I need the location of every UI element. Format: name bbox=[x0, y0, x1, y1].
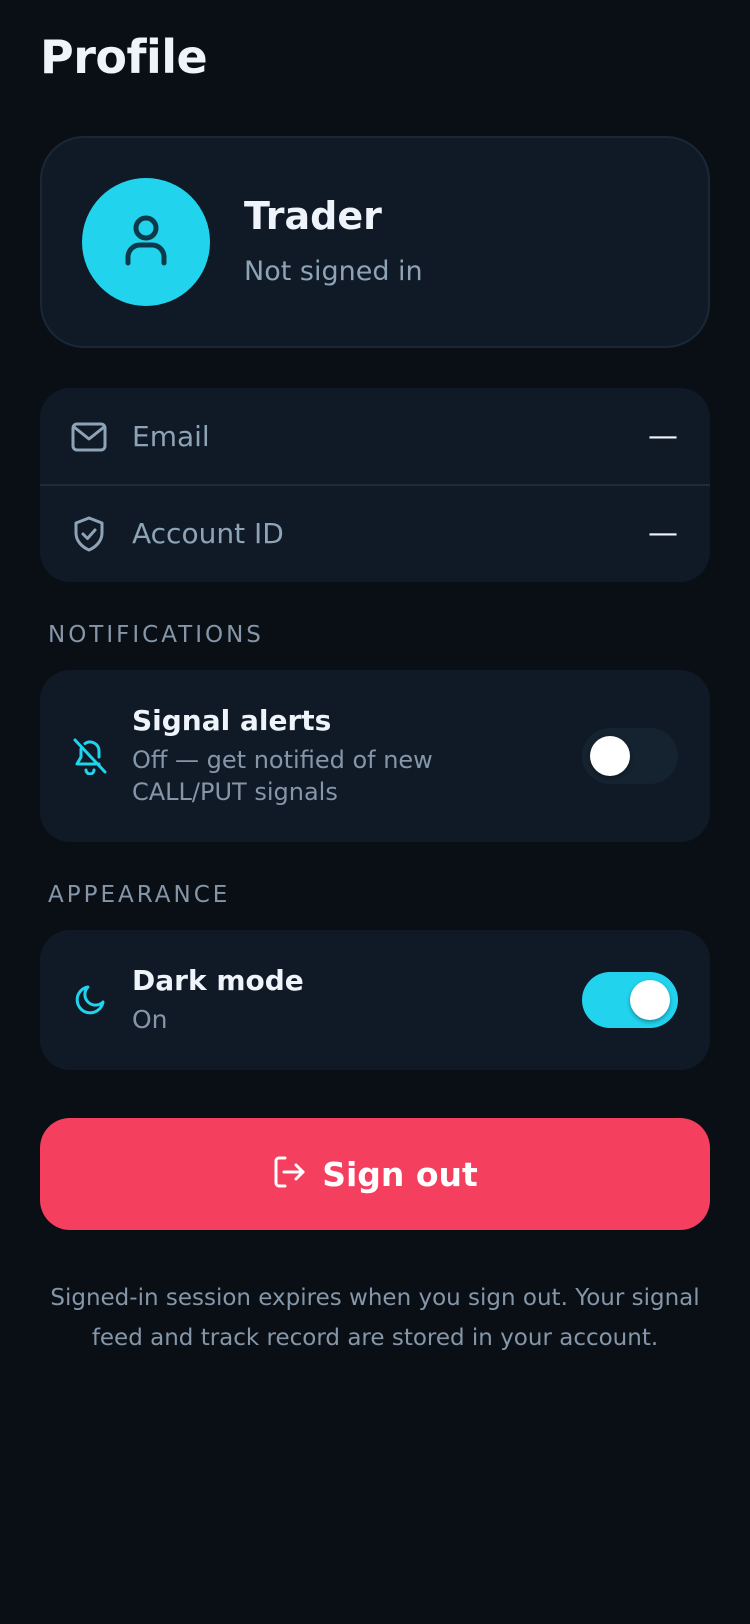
signal-alerts-title: Signal alerts bbox=[132, 704, 332, 737]
dark-mode-card: Dark mode On bbox=[40, 930, 710, 1070]
mail-icon bbox=[70, 418, 108, 456]
account-id-value: — bbox=[648, 516, 678, 551]
user-icon bbox=[123, 213, 169, 271]
dark-mode-description: On bbox=[132, 1005, 168, 1034]
sign-out-label: Sign out bbox=[322, 1154, 478, 1194]
log-out-icon bbox=[272, 1155, 306, 1193]
moon-icon bbox=[70, 980, 110, 1020]
profile-card: Trader Not signed in bbox=[40, 136, 710, 348]
toggle-knob bbox=[590, 736, 630, 776]
account-id-row: Account ID — bbox=[40, 485, 710, 582]
signal-alerts-card: Signal alerts Off — get notified of new … bbox=[40, 670, 710, 842]
profile-name: Trader bbox=[244, 194, 382, 238]
email-label: Email bbox=[132, 420, 210, 453]
dark-mode-title: Dark mode bbox=[132, 964, 304, 997]
toggle-knob bbox=[630, 980, 670, 1020]
email-row: Email — bbox=[40, 388, 710, 485]
dark-mode-toggle[interactable] bbox=[582, 972, 678, 1028]
email-value: — bbox=[648, 419, 678, 454]
shield-check-icon bbox=[70, 515, 108, 553]
bell-off-icon bbox=[70, 736, 110, 776]
account-id-label: Account ID bbox=[132, 517, 284, 550]
account-info-card: Email — Account ID — bbox=[40, 388, 710, 582]
signal-alerts-toggle[interactable] bbox=[582, 728, 678, 784]
sign-out-button[interactable]: Sign out bbox=[40, 1118, 710, 1230]
signal-alerts-description: Off — get notified of new CALL/PUT signa… bbox=[132, 746, 433, 806]
page-title: Profile bbox=[40, 30, 208, 84]
profile-status: Not signed in bbox=[244, 256, 423, 287]
session-footnote: Signed-in session expires when you sign … bbox=[50, 1285, 700, 1351]
appearance-section-label: APPEARANCE bbox=[48, 882, 231, 908]
notifications-section-label: NOTIFICATIONS bbox=[48, 622, 264, 648]
avatar bbox=[82, 178, 210, 306]
